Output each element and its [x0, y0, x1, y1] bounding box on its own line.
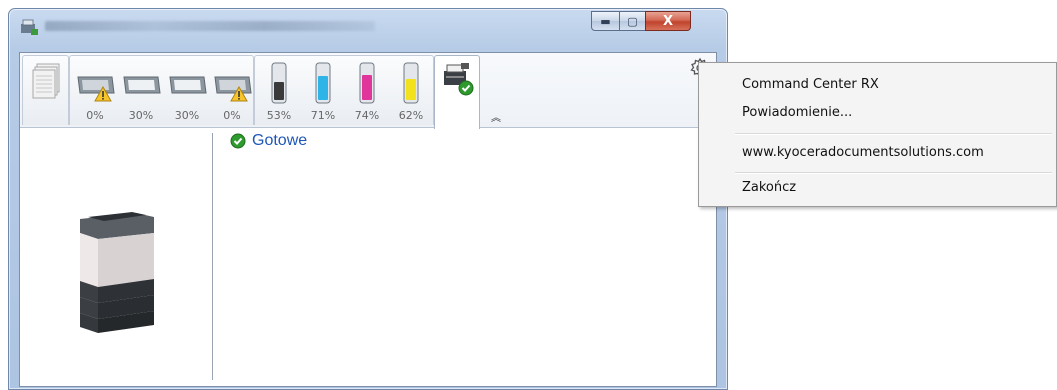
tray-4-percent: 0%	[223, 109, 241, 122]
toner-cartridge-icon	[403, 62, 419, 104]
toner-yellow-percent: 62%	[398, 109, 424, 122]
printer-app-icon	[21, 19, 38, 35]
status-monitor-window: ▬ ▢ X 0% 30% 30% 0% 53% 71% 74% 62% ︽ Go…	[8, 8, 728, 390]
window-title	[45, 21, 375, 31]
toner-cartridge-icon	[359, 62, 375, 104]
paper-tray-icon	[169, 76, 207, 94]
tray-4: 0%	[210, 56, 254, 126]
status-text: Gotowe	[252, 132, 308, 149]
toner-black-percent: 53%	[266, 109, 292, 122]
toolbar-strip: 0% 30% 30% 0% 53% 71% 74% 62% ︽	[20, 53, 716, 129]
tab-toner-levels[interactable]: 53% 71% 74% 62%	[254, 55, 434, 125]
toner-cyan: 71%	[301, 56, 345, 126]
client-area: 0% 30% 30% 0% 53% 71% 74% 62% ︽ Gotowe	[19, 52, 717, 387]
tray-2-percent: 30%	[128, 109, 154, 122]
tray-3: 30%	[164, 56, 210, 126]
menu-separator	[735, 133, 1052, 135]
menu-item-command-center[interactable]: Command Center RX	[742, 77, 879, 92]
minimize-button[interactable]: ▬	[591, 11, 620, 31]
tab-device-status[interactable]	[434, 55, 480, 129]
collapse-toolbar-button[interactable]: ︽	[491, 109, 501, 124]
document-stack-icon	[32, 63, 60, 99]
tray-1-percent: 0%	[86, 109, 104, 122]
printer-ready-icon	[444, 63, 474, 96]
menu-item-notification[interactable]: Powiadomienie...	[742, 105, 852, 120]
toner-magenta: 74%	[345, 56, 389, 126]
toner-cartridge-icon	[271, 62, 287, 104]
pane-divider[interactable]	[212, 133, 213, 380]
toner-black: 53%	[257, 56, 301, 126]
maximize-button[interactable]: ▢	[619, 11, 646, 31]
context-menu: Command Center RX Powiadomienie... www.k…	[698, 62, 1057, 207]
close-button[interactable]: X	[645, 11, 691, 31]
tab-paper-trays[interactable]: 0% 30% 30% 0%	[69, 55, 254, 125]
warning-icon	[94, 86, 112, 102]
title-bar[interactable]: ▬ ▢ X	[9, 9, 727, 45]
toner-yellow: 62%	[389, 56, 433, 126]
tab-jobs[interactable]	[22, 55, 69, 125]
tray-3-percent: 30%	[174, 109, 200, 122]
check-icon	[230, 133, 246, 149]
status-line: Gotowe	[230, 132, 307, 150]
paper-tray-icon	[123, 76, 161, 94]
toner-cartridge-icon	[315, 62, 331, 104]
menu-item-website[interactable]: www.kyoceradocumentsolutions.com	[742, 145, 984, 160]
menu-separator	[735, 172, 1052, 174]
printer-image	[80, 212, 154, 333]
menu-item-exit[interactable]: Zakończ	[742, 180, 796, 195]
warning-icon	[230, 86, 248, 102]
toner-magenta-percent: 74%	[354, 109, 380, 122]
tray-1: 0%	[72, 56, 118, 126]
toner-cyan-percent: 71%	[310, 109, 336, 122]
tray-2: 30%	[118, 56, 164, 126]
